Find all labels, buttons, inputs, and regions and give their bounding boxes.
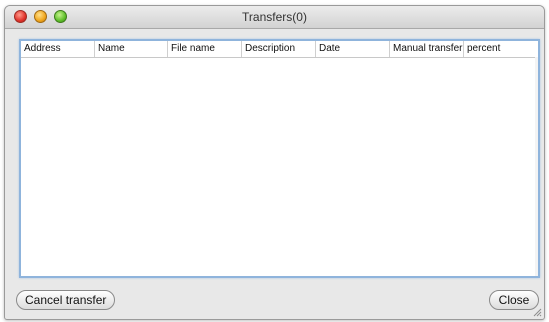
cancel-transfer-button[interactable]: Cancel transfer — [16, 290, 115, 310]
column-header-manual-transfer[interactable]: Manual transfer — [390, 41, 464, 57]
table-body[interactable] — [21, 58, 535, 276]
column-header-description[interactable]: Description — [242, 41, 316, 57]
column-header-percent[interactable]: percent — [464, 41, 536, 57]
transfers-table[interactable]: Address Name File name Description Date … — [19, 39, 540, 278]
title-bar[interactable]: Transfers(0) — [5, 6, 544, 29]
table-header: Address Name File name Description Date … — [21, 41, 538, 58]
column-header-file-name[interactable]: File name — [168, 41, 242, 57]
column-header-address[interactable]: Address — [21, 41, 95, 57]
transfers-window: Transfers(0) Address Name File name Desc… — [4, 5, 545, 320]
vertical-scrollbar[interactable] — [535, 57, 538, 276]
window-title: Transfers(0) — [242, 10, 307, 24]
column-header-name[interactable]: Name — [95, 41, 168, 57]
resize-grip-icon[interactable] — [532, 307, 542, 317]
column-header-date[interactable]: Date — [316, 41, 390, 57]
